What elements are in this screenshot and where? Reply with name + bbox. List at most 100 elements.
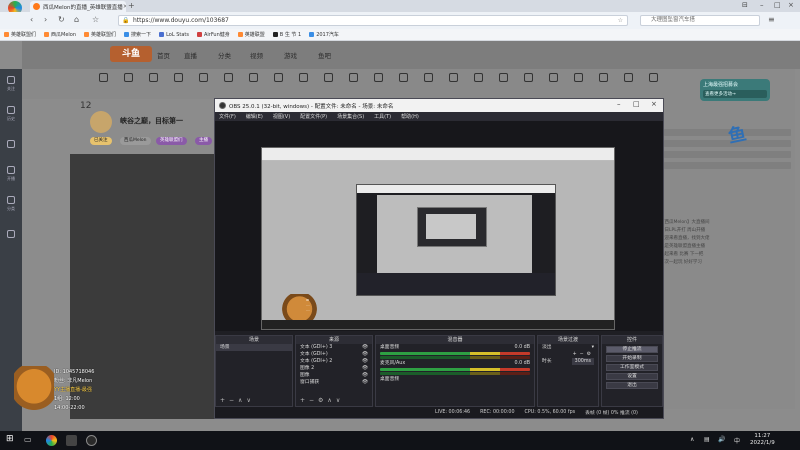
- promo-button[interactable]: 查看更多活动→: [703, 90, 767, 98]
- sidebar-item[interactable]: [0, 219, 22, 249]
- obs-maximize-button[interactable]: □: [633, 100, 640, 108]
- sources-controls[interactable]: +−⚙∧∨: [300, 397, 344, 404]
- bookmark-item[interactable]: 英雄联盟们: [4, 31, 36, 38]
- category-item[interactable]: [417, 73, 439, 84]
- site-logo[interactable]: 斗鱼: [110, 46, 152, 62]
- promo-banner[interactable]: 上海最强招募会 查看更多活动→: [700, 79, 770, 101]
- search-field[interactable]: 大理图坠窗汽车搭: [640, 15, 760, 26]
- obs-preview[interactable]: ID........: [215, 121, 663, 331]
- volume-slider[interactable]: [380, 356, 530, 359]
- tray-expand-icon[interactable]: ∧: [690, 436, 694, 443]
- eye-icon[interactable]: 👁: [362, 372, 368, 379]
- category-item[interactable]: [217, 73, 239, 84]
- tab-close-icon[interactable]: ×: [123, 3, 126, 10]
- bookmark-item[interactable]: 英雄联盟: [237, 31, 265, 38]
- sidebar-item-history[interactable]: 历史: [0, 99, 22, 129]
- transition-controls[interactable]: +−⚙: [538, 351, 598, 358]
- category-item[interactable]: [467, 73, 489, 84]
- window-menu-icon[interactable]: ⊟: [742, 1, 748, 9]
- nav-item[interactable]: 视频: [250, 50, 263, 60]
- menu-view[interactable]: 视图(V): [273, 113, 290, 120]
- eye-icon[interactable]: 👁: [362, 365, 368, 372]
- category-item[interactable]: [92, 73, 114, 84]
- category-item[interactable]: [142, 73, 164, 84]
- category-item[interactable]: [292, 73, 314, 84]
- category-item[interactable]: [342, 73, 364, 84]
- category-item[interactable]: [192, 73, 214, 84]
- start-recording-button[interactable]: 开始录制: [606, 355, 658, 362]
- category-item[interactable]: [242, 73, 264, 84]
- menu-help[interactable]: 帮助(H): [401, 113, 419, 120]
- bookmark-item[interactable]: 西瓜Melon: [44, 31, 76, 38]
- nav-item[interactable]: 首页: [157, 50, 170, 60]
- volume-slider[interactable]: [380, 372, 530, 375]
- sidebar-item-category[interactable]: 分类: [0, 189, 22, 219]
- sidebar-item-follow[interactable]: 关注: [0, 69, 22, 99]
- studio-mode-button[interactable]: 工作室模式: [606, 364, 658, 371]
- url-field[interactable]: 🔒 https://www.douyu.com/103687 ☆: [118, 15, 628, 26]
- obs-close-button[interactable]: ×: [651, 100, 657, 108]
- close-window-button[interactable]: ×: [788, 1, 794, 9]
- menu-scene-collection[interactable]: 场景集合(S): [337, 113, 364, 120]
- scene-item[interactable]: 场景: [216, 344, 292, 351]
- transition-select[interactable]: 淡出 ▾: [538, 344, 598, 351]
- app-icon[interactable]: [66, 435, 77, 446]
- settings-button[interactable]: 设置: [606, 373, 658, 380]
- tray-network-icon[interactable]: ▤: [704, 436, 710, 443]
- category-item[interactable]: [492, 73, 514, 84]
- taskbar-clock[interactable]: 11:27 2022/1/9: [750, 433, 775, 447]
- menu-icon[interactable]: ≡: [768, 15, 775, 24]
- source-item[interactable]: 图像 👁: [296, 372, 372, 379]
- streamer-tag[interactable]: 西瓜Melon: [120, 137, 151, 145]
- scenes-controls[interactable]: +−∧∨: [220, 397, 255, 404]
- eye-icon[interactable]: 👁: [362, 351, 368, 358]
- category-item[interactable]: [267, 73, 289, 84]
- obs-taskbar-icon[interactable]: [86, 435, 97, 446]
- source-item[interactable]: 文本 (GDI+) 2 👁: [296, 358, 372, 365]
- category-item[interactable]: [317, 73, 339, 84]
- tab-douyu[interactable]: 西瓜Melon的直播_英雄联盟直播 ×: [30, 1, 126, 12]
- menu-tools[interactable]: 工具(T): [374, 113, 391, 120]
- menu-edit[interactable]: 编辑(E): [246, 113, 263, 120]
- nav-item[interactable]: 游戏: [284, 50, 297, 60]
- eye-icon[interactable]: 👁: [362, 344, 368, 351]
- bookmark-item[interactable]: 搜索一下: [124, 31, 151, 38]
- menu-file[interactable]: 文件(F): [219, 113, 236, 120]
- bookmark-star-icon[interactable]: ☆: [618, 16, 623, 25]
- forward-icon[interactable]: ›: [44, 15, 47, 24]
- eye-icon[interactable]: 👁: [362, 379, 368, 386]
- category-item[interactable]: [117, 73, 139, 84]
- category-item[interactable]: [592, 73, 614, 84]
- category-item[interactable]: [167, 73, 189, 84]
- source-item[interactable]: 窗口捕获 👁: [296, 379, 372, 386]
- streamer-tag[interactable]: 英雄联盟们: [156, 137, 187, 145]
- windows-start-icon[interactable]: ⊞: [6, 434, 17, 445]
- source-item[interactable]: 图像 2 👁: [296, 365, 372, 372]
- category-item[interactable]: [367, 73, 389, 84]
- sidebar-item[interactable]: [0, 129, 22, 159]
- category-item[interactable]: [567, 73, 589, 84]
- task-view-icon[interactable]: ▭: [24, 435, 35, 446]
- category-item[interactable]: [517, 73, 539, 84]
- category-item[interactable]: [442, 73, 464, 84]
- streamer-tag[interactable]: 已关注: [90, 137, 112, 145]
- bookmark-item[interactable]: 2017汽车: [309, 31, 339, 38]
- nav-item[interactable]: 直播: [184, 50, 197, 60]
- bookmark-item[interactable]: B 生 节 1: [272, 31, 301, 38]
- reload-icon[interactable]: ↻: [58, 15, 65, 24]
- eye-icon[interactable]: 👁: [362, 358, 368, 365]
- obs-minimize-button[interactable]: –: [617, 100, 621, 108]
- source-item[interactable]: 文本 (GDI+) 👁: [296, 351, 372, 358]
- nav-item[interactable]: 分类: [218, 50, 231, 60]
- streamer-tag[interactable]: 主播: [195, 137, 212, 145]
- sidebar-item-live[interactable]: 开播: [0, 159, 22, 189]
- minimize-button[interactable]: –: [760, 1, 764, 9]
- tray-language[interactable]: 中: [734, 436, 740, 445]
- home-icon[interactable]: ⌂: [74, 15, 79, 24]
- exit-button[interactable]: 退出: [606, 382, 658, 389]
- category-item[interactable]: [392, 73, 414, 84]
- bookmark-item[interactable]: 英雄联盟们: [84, 31, 116, 38]
- category-item[interactable]: [542, 73, 564, 84]
- new-tab-button[interactable]: +: [128, 1, 135, 10]
- extension-icon[interactable]: ☆: [92, 15, 99, 24]
